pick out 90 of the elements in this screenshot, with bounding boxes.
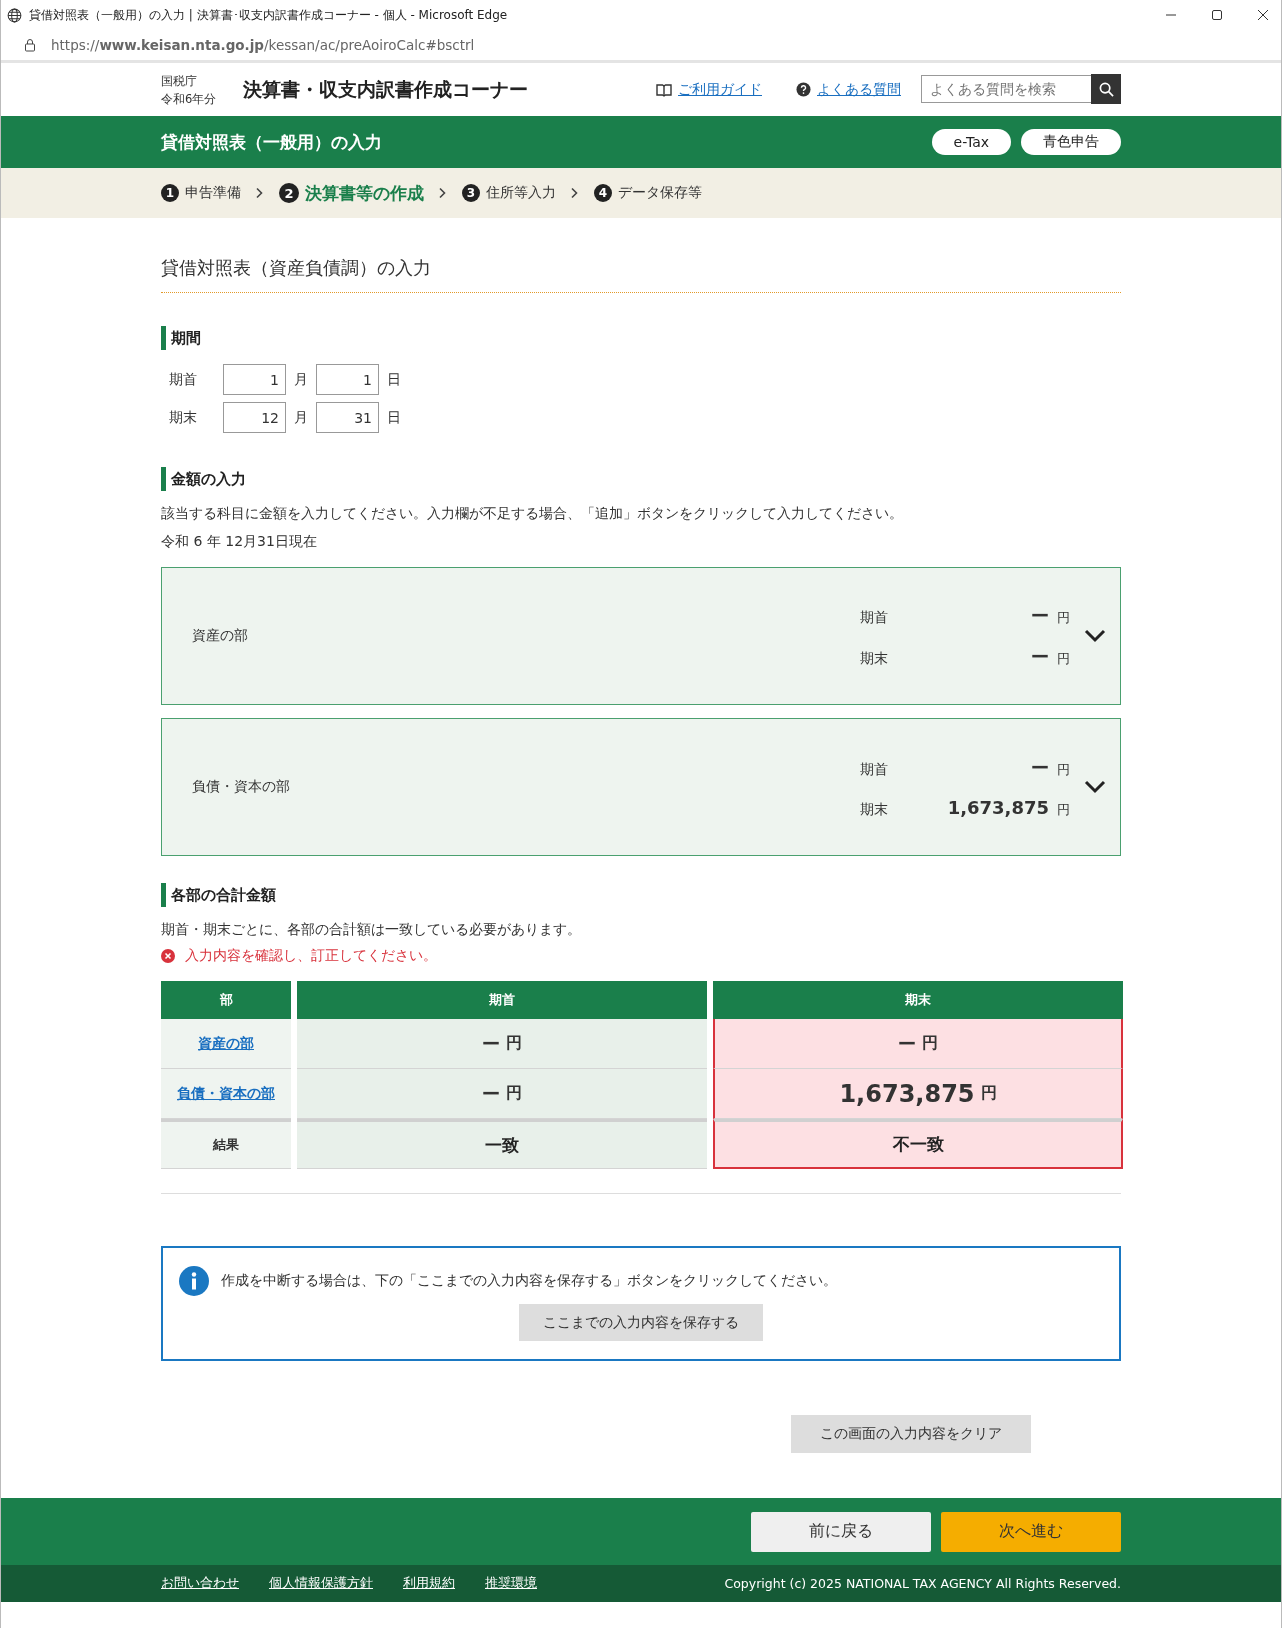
amount-value: ー: [1030, 755, 1050, 780]
row-label: 結果: [213, 1136, 239, 1154]
chevron-icon[interactable]: [1084, 780, 1106, 794]
table-cell: 一致: [297, 1119, 707, 1169]
day-field[interactable]: 1: [316, 364, 379, 395]
page-title: 貸借対照表（一般用）の入力: [161, 130, 383, 154]
column-header: 期末: [713, 981, 1123, 1019]
period-label: 期末: [169, 408, 198, 427]
site-title: 決算書・収支内訳書作成コーナー: [243, 76, 529, 102]
amount-value: 1,673,875: [946, 796, 1050, 818]
search-button[interactable]: [1091, 74, 1121, 104]
table-cell: ー 円: [713, 1019, 1123, 1069]
footer-link[interactable]: お問い合わせ: [161, 1575, 239, 1592]
step-label: 住所等入力: [486, 184, 556, 202]
subsection-heading: 各部の合計金額: [161, 883, 1121, 907]
info-icon: [179, 1266, 209, 1296]
save-button[interactable]: ここまでの入力内容を保存する: [519, 1304, 763, 1341]
table-cell: 不一致: [713, 1119, 1123, 1169]
step-number: 3: [462, 184, 480, 202]
header-button[interactable]: 青色申告: [1021, 129, 1121, 155]
chevron-icon[interactable]: [1084, 629, 1106, 643]
search-field[interactable]: よくある質問を検索: [921, 75, 1091, 103]
step-label: データ保存等: [618, 184, 702, 202]
unit-label: 日: [387, 408, 401, 427]
unit-label: 月: [294, 370, 308, 389]
amount-value: ー: [1030, 644, 1050, 669]
unit-label: 円: [1057, 649, 1070, 668]
month-field[interactable]: 1: [223, 364, 286, 395]
maximize-icon[interactable]: [1211, 9, 1223, 21]
section-heading: 貸借対照表（資産負債調）の入力: [161, 256, 432, 280]
lock-icon[interactable]: [23, 38, 37, 52]
column-header: 部: [161, 981, 291, 1019]
accordion-panel[interactable]: 負債・資本の部 期首 ー 円 期末 1,673,875 円: [161, 718, 1121, 856]
date-text: 令和 6 年 12月31日現在: [161, 533, 318, 551]
globe-icon: [7, 7, 22, 23]
period-label: 期末: [860, 649, 889, 668]
search-icon: [1098, 81, 1114, 97]
unit-label: 円: [1057, 760, 1070, 779]
unit-label: 日: [387, 370, 401, 389]
day-field[interactable]: 31: [316, 402, 379, 433]
address-field[interactable]: https://www.keisan.nta.go.jp/kessan/ac/preAoiroCalc#bsctrl: [51, 37, 475, 53]
period-label: 期首: [860, 608, 889, 627]
table-cell: ー 円: [297, 1069, 707, 1119]
section-link[interactable]: 資産の部: [198, 1034, 254, 1053]
accordion-panel[interactable]: 資産の部 期首 ー 円 期末 ー 円: [161, 567, 1121, 705]
amount-value: ー: [1030, 603, 1050, 628]
unit-label: 円: [1057, 800, 1070, 819]
error-message: 入力内容を確認し、訂正してください。: [185, 947, 437, 965]
copyright-text: Copyright (c) 2025 NATIONAL TAX AGENCY All Rights Reserved.: [724, 1576, 1121, 1591]
chevron-icon: [438, 187, 446, 199]
subsection-heading: 金額の入力: [161, 467, 1121, 491]
error-icon: [161, 949, 175, 963]
unit-label: 月: [294, 408, 308, 427]
instruction-text: 該当する科目に金額を入力してください。入力欄が不足する場合、「追加」ボタンをクリックして入力してください。: [161, 505, 904, 523]
section-link[interactable]: 負債・資本の部: [177, 1084, 275, 1103]
close-icon[interactable]: [1257, 9, 1269, 21]
chevron-icon: [255, 187, 263, 199]
column-header: 期首: [297, 981, 707, 1019]
tax-year: 令和6年分: [161, 90, 218, 108]
header-link[interactable]: よくある質問: [817, 80, 901, 99]
panel-title: 資産の部: [192, 627, 249, 645]
period-label: 期首: [860, 760, 889, 779]
back-button[interactable]: 前に戻る: [751, 1511, 931, 1552]
panel-title: 負債・資本の部: [192, 778, 291, 796]
book-icon: [656, 82, 672, 97]
step-number: 2: [279, 183, 299, 203]
help-icon: [796, 82, 811, 97]
month-field[interactable]: 12: [223, 402, 286, 433]
header-link[interactable]: ご利用ガイド: [678, 80, 762, 99]
subsection-heading: 期間: [161, 326, 1121, 350]
step-number: 4: [594, 184, 612, 202]
header-button[interactable]: e-Tax: [931, 129, 1011, 155]
table-cell: ー 円: [297, 1019, 707, 1069]
period-label: 期首: [169, 370, 198, 389]
footer-link[interactable]: 推奨環境: [485, 1575, 537, 1592]
next-button[interactable]: 次へ進む: [941, 1511, 1121, 1552]
unit-label: 円: [1057, 608, 1070, 627]
instruction-text: 期首・期末ごとに、各部の合計額は一致している必要があります。: [161, 921, 582, 939]
footer-link[interactable]: 個人情報保護方針: [269, 1575, 373, 1592]
footer-link[interactable]: 利用規約: [403, 1575, 455, 1592]
clear-button[interactable]: この画面の入力内容をクリア: [791, 1415, 1031, 1453]
period-label: 期末: [860, 800, 889, 819]
step-number: 1: [161, 184, 179, 202]
table-cell: 1,673,875 円: [713, 1069, 1123, 1119]
chevron-icon: [570, 187, 578, 199]
step-label: 決算書等の作成: [305, 181, 424, 205]
window-title: 貸借対照表（一般用）の入力 | 決算書･収支内訳書作成コーナー - 個人 - Microsoft Edge: [29, 6, 509, 24]
info-message: 作成を中断する場合は、下の「ここまでの入力内容を保存する」ボタンをクリックしてください。: [221, 1272, 837, 1290]
agency-name: 国税庁: [161, 72, 198, 90]
step-label: 申告準備: [185, 184, 241, 202]
